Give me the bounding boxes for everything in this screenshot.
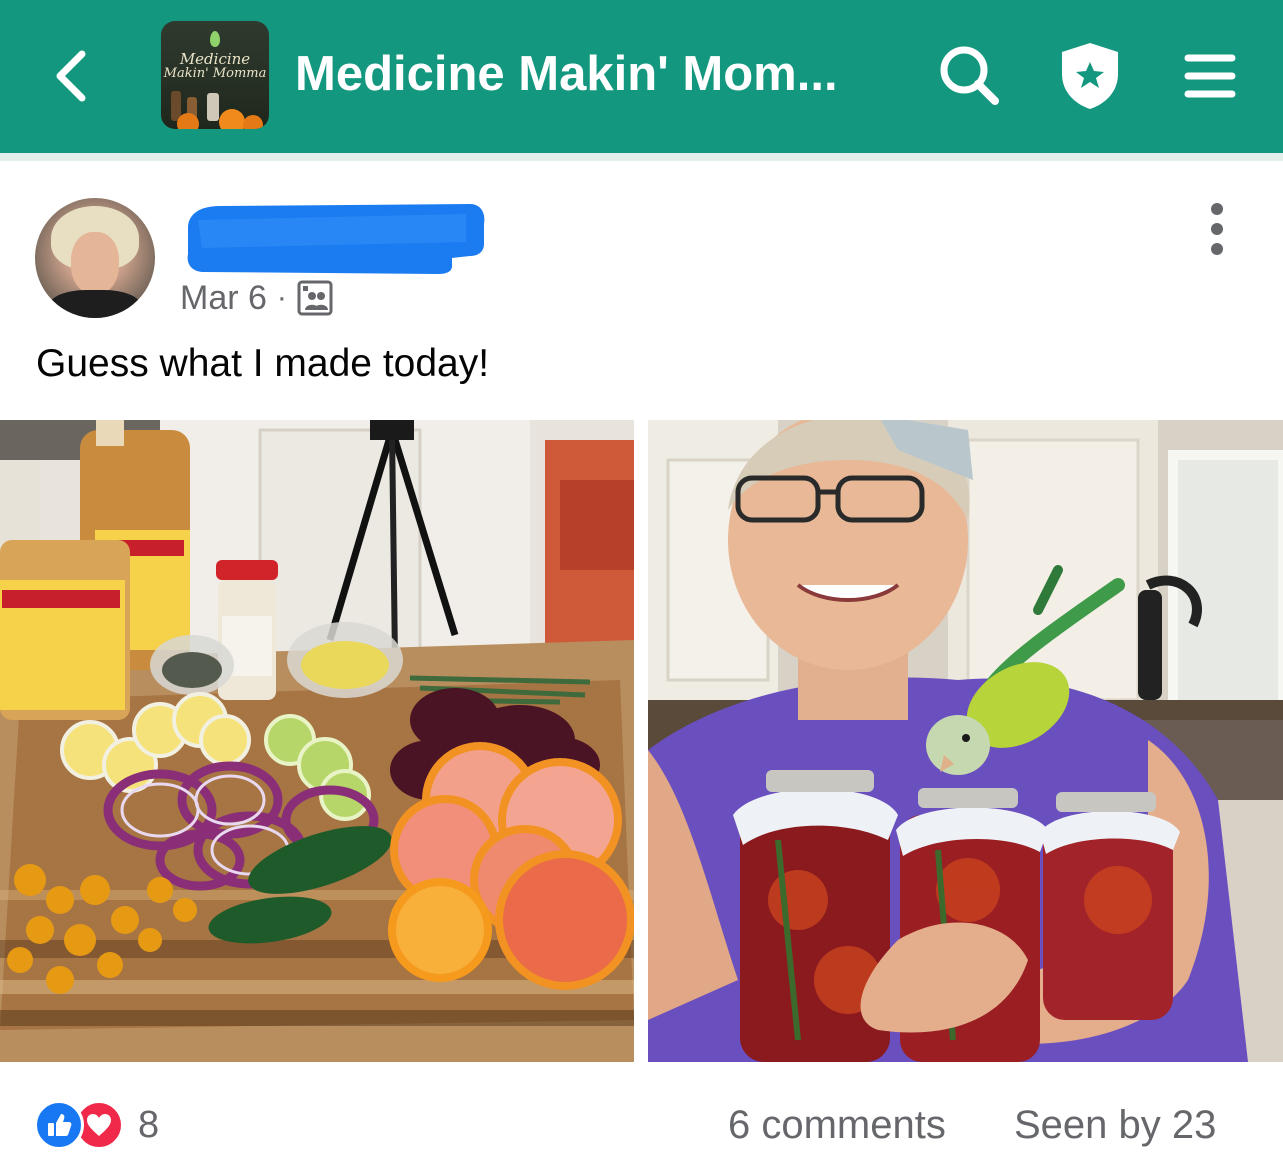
search-button[interactable] [934,40,1006,112]
logo-drop-icon [210,31,220,47]
shield-star-icon [1062,43,1118,109]
logo-flower [219,109,245,129]
admin-tools-button[interactable] [1054,40,1126,112]
post-text: Guess what I made today! [36,342,490,385]
seen-by-count[interactable]: Seen by 23 [1014,1100,1216,1150]
heart-icon [87,1114,111,1136]
logo-flower [177,113,199,129]
logo-flower [243,115,263,129]
like-icon [34,1100,84,1150]
meta-separator: · [276,281,287,314]
group-logo[interactable]: Medicine Makin' Momma [161,21,269,129]
jars-with-parrot-photo-image [648,420,1283,1062]
group-members-icon [297,280,333,316]
search-icon [940,46,999,105]
post-meta: Mar 6 · [180,276,333,320]
avatar-face [71,232,119,294]
more-vertical-icon [1211,203,1223,255]
jars-with-parrot-photo[interactable] [648,420,1283,1062]
back-arrow-icon [56,50,86,102]
ingredients-photo-image [0,420,634,1062]
author-avatar[interactable] [35,198,155,318]
redacted-author-name[interactable] [180,202,486,274]
post-options-button[interactable] [1190,198,1244,260]
reactions-summary[interactable]: 8 [34,1098,159,1152]
avatar-shirt [49,290,141,318]
ingredients-photo[interactable] [0,420,634,1062]
logo-bottle [207,93,219,121]
post-date[interactable]: Mar 6 [180,279,267,318]
logo-text-line1: Medicine [179,50,251,68]
group-header-bar: Medicine Makin' Momma Medicine Makin' Mo… [0,0,1283,153]
menu-button[interactable] [1174,40,1246,112]
back-button[interactable] [40,40,104,112]
reaction-count: 8 [138,1103,160,1146]
thumbs-up-icon [48,1114,72,1136]
header-divider [0,153,1283,161]
comments-count[interactable]: 6 comments [728,1100,946,1150]
logo-text-line2: Makin' Momma [163,66,267,81]
group-title[interactable]: Medicine Makin' Mom... [295,44,838,104]
menu-icon [1184,54,1236,98]
